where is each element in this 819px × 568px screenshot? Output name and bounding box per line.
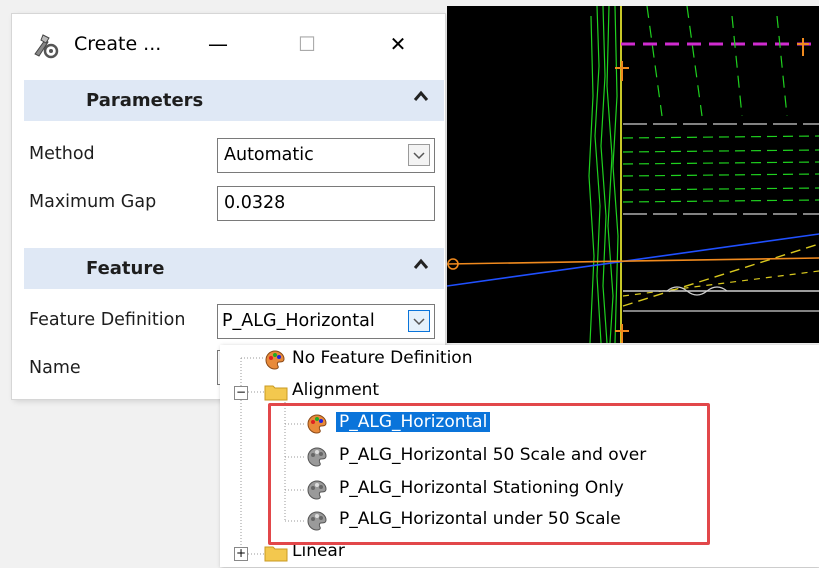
parameters-heading: Parameters <box>86 90 204 111</box>
feature-section-header[interactable]: Feature <box>24 248 444 289</box>
parameters-section-header[interactable]: Parameters <box>24 80 444 121</box>
tools-icon <box>34 34 59 59</box>
cad-viewport[interactable] <box>447 6 819 343</box>
folder-icon <box>264 385 288 401</box>
dialog-title: Create ... <box>74 33 162 55</box>
chevron-up-icon[interactable] <box>412 88 430 106</box>
feature-definition-value: P_ALG_Horizontal <box>222 311 375 331</box>
tree-item-label: Alignment <box>292 380 380 400</box>
method-label: Method <box>29 144 95 164</box>
tree-item-label: No Feature Definition <box>292 348 473 368</box>
feature-heading: Feature <box>86 258 165 279</box>
chevron-down-icon[interactable] <box>408 310 430 332</box>
folder-icon <box>264 546 288 562</box>
expand-toggle[interactable]: + <box>234 547 248 561</box>
chevron-up-icon[interactable] <box>412 256 430 274</box>
max-gap-label: Maximum Gap <box>29 192 157 212</box>
feature-definition-select[interactable]: P_ALG_Horizontal <box>217 304 435 339</box>
method-select[interactable]: Automatic <box>217 138 435 173</box>
max-gap-value: 0.0328 <box>224 193 286 213</box>
chevron-down-icon[interactable] <box>408 144 430 166</box>
highlight-box <box>268 403 710 545</box>
maximize-button[interactable]: ☐ <box>287 24 327 64</box>
create-dialog: Create ... — ☐ ✕ Parameters Method Autom… <box>12 14 445 399</box>
palette-icon <box>265 350 285 370</box>
feature-definition-label: Feature Definition <box>29 310 186 330</box>
name-label: Name <box>29 358 81 378</box>
title-bar[interactable]: Create ... — ☐ ✕ <box>12 14 445 74</box>
minimize-button[interactable]: — <box>198 24 238 64</box>
max-gap-input[interactable]: 0.0328 <box>217 186 435 221</box>
method-value: Automatic <box>224 145 314 165</box>
collapse-toggle[interactable]: − <box>234 386 248 400</box>
close-button[interactable]: ✕ <box>378 24 418 64</box>
